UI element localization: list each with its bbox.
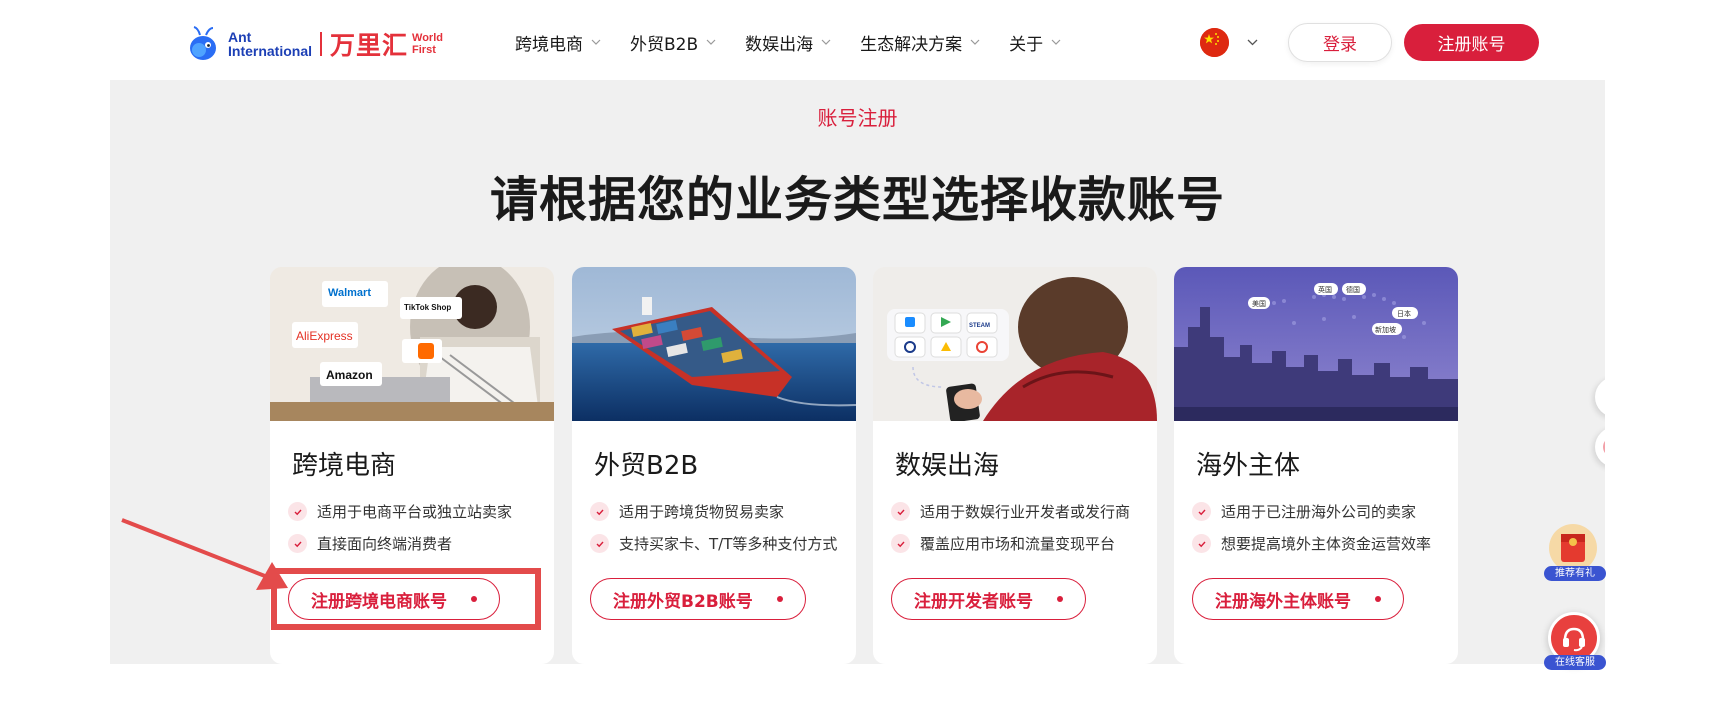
feature-item: 覆盖应用市场和流量变现平台 (891, 533, 1115, 554)
dot-icon (1375, 596, 1381, 602)
button-label: 注册外贸B2B账号 (613, 591, 753, 612)
chevron-down-icon (821, 39, 831, 45)
steam-logo-text: STEAM (969, 323, 990, 329)
referral-label[interactable]: 推荐有礼 (1544, 566, 1606, 581)
nav-item-digital-entertainment[interactable]: 数娱出海 (745, 28, 832, 56)
main-nav: 跨境电商 外贸B2B 数娱出海 生态解决方案 关于 (515, 28, 1090, 56)
map-label-sg: 新加坡 (1375, 326, 1396, 334)
nav-item-label: 生态解决方案 (860, 34, 963, 55)
map-label-uk: 美国 (1252, 300, 1266, 308)
logo-cn: 万里汇 (330, 31, 409, 60)
feature-item: 直接面向终端消费者 (288, 533, 452, 554)
check-icon (891, 534, 910, 553)
logo-en-line1: Ant (228, 29, 252, 45)
logo-divider (320, 32, 323, 56)
card-title: 海外主体 (1196, 451, 1301, 481)
register-b2b-account-button[interactable]: 注册外贸B2B账号 (590, 578, 806, 620)
register-overseas-entity-account-button[interactable]: 注册海外主体账号 (1192, 578, 1404, 620)
card-title: 数娱出海 (895, 451, 1000, 481)
nav-item-ecosystem-solutions[interactable]: 生态解决方案 (860, 28, 981, 56)
dot-icon (776, 596, 783, 602)
side-float-button-top[interactable] (1595, 377, 1605, 417)
nav-item-cross-border-ecommerce[interactable]: 跨境电商 (515, 28, 602, 56)
side-float-button-bottom[interactable] (1595, 427, 1605, 467)
annotation-highlight-box (271, 568, 541, 630)
card-image-mobile-apps: STEAM (873, 267, 1157, 421)
logo-en-line2: International (228, 43, 313, 59)
map-label-jp: 日本 (1397, 310, 1411, 318)
brand-logo[interactable]: Ant International 万里汇 World First (186, 24, 443, 64)
feature-text: 支持买家卡、T/T等多种支付方式 (619, 535, 838, 553)
chevron-down-icon (970, 39, 980, 45)
logo-wf-line1: World (412, 32, 443, 44)
feature-item: 想要提高境外主体资金运营效率 (1192, 533, 1431, 554)
card-overseas-entity: 美国 英国 德国 日本 新加坡 海外主体 适用于已注册海外公司的卖家 想要提高境… (1174, 267, 1458, 664)
chevron-down-icon (1051, 39, 1061, 45)
card-image-ecommerce: Walmart TikTok Shop AliExpress Amazon (270, 267, 554, 421)
card-b2b: 外贸B2B 适用于跨境货物贸易卖家 支持买家卡、T/T等多种支付方式 注册外贸B… (572, 267, 856, 664)
check-icon (1192, 534, 1211, 553)
check-icon (1192, 502, 1211, 521)
feature-text: 适用于已注册海外公司的卖家 (1221, 503, 1417, 521)
login-button[interactable]: 登录 (1288, 23, 1392, 62)
nav-item-about[interactable]: 关于 (1009, 28, 1062, 56)
map-label-de: 德国 (1346, 286, 1360, 294)
page-title: 请根据您的业务类型选择收款账号 (489, 172, 1225, 228)
nav-item-label: 关于 (1009, 34, 1044, 55)
walmart-logo-text: Walmart (328, 287, 371, 299)
feature-item: 适用于数娱行业开发者或发行商 (891, 501, 1130, 522)
chevron-down-icon (706, 39, 716, 45)
amazon-logo-text: Amazon (326, 368, 373, 382)
ant-logo-icon (186, 25, 224, 63)
dot-icon (1057, 596, 1063, 602)
button-label: 注册开发者账号 (914, 591, 1033, 612)
section-eyebrow: 账号注册 (817, 106, 898, 130)
online-service-label[interactable]: 在线客服 (1544, 655, 1606, 670)
feature-item: 适用于电商平台或独立站卖家 (288, 501, 512, 522)
card-title: 外贸B2B (594, 451, 699, 481)
feature-text: 覆盖应用市场和流量变现平台 (920, 535, 1116, 553)
nav-item-label: 跨境电商 (515, 34, 583, 55)
aliexpress-logo-text: AliExpress (296, 329, 353, 343)
feature-text: 适用于电商平台或独立站卖家 (317, 503, 513, 521)
card-image-city-skyline: 美国 英国 德国 日本 新加坡 (1174, 267, 1458, 421)
register-developer-account-button[interactable]: 注册开发者账号 (891, 578, 1086, 620)
site-header: Ant International 万里汇 World First 跨境电商 外… (0, 0, 1720, 80)
chevron-down-icon (591, 39, 601, 45)
feature-item: 支持买家卡、T/T等多种支付方式 (590, 533, 837, 554)
language-chevron-down-icon[interactable] (1246, 36, 1259, 49)
map-label-gb: 英国 (1318, 286, 1332, 294)
card-image-cargo-ship (572, 267, 856, 421)
logo-wf-line2: First (412, 44, 436, 56)
check-icon (590, 502, 609, 521)
card-title: 跨境电商 (292, 451, 397, 481)
feature-item: 适用于已注册海外公司的卖家 (1192, 501, 1416, 522)
nav-item-label: 外贸B2B (630, 34, 699, 55)
check-icon (590, 534, 609, 553)
nav-item-label: 数娱出海 (745, 34, 814, 55)
check-icon (891, 502, 910, 521)
feature-text: 想要提高境外主体资金运营效率 (1221, 535, 1432, 553)
feature-text: 适用于数娱行业开发者或发行商 (920, 503, 1131, 521)
china-flag-icon[interactable] (1200, 28, 1229, 57)
register-account-button[interactable]: 注册账号 (1404, 24, 1539, 61)
feature-text: 直接面向终端消费者 (317, 535, 453, 553)
nav-item-b2b[interactable]: 外贸B2B (630, 28, 717, 56)
avatar (1603, 437, 1605, 457)
card-digital-entertainment: STEAM 数娱出海 适用于数娱行业开发者或发行商 覆盖应用市场和流量变现平台 … (873, 267, 1157, 664)
button-label: 注册海外主体账号 (1215, 591, 1351, 612)
feature-item: 适用于跨境货物贸易卖家 (590, 501, 784, 522)
tiktok-shop-logo-text: TikTok Shop (404, 303, 452, 312)
feature-text: 适用于跨境货物贸易卖家 (619, 503, 785, 521)
